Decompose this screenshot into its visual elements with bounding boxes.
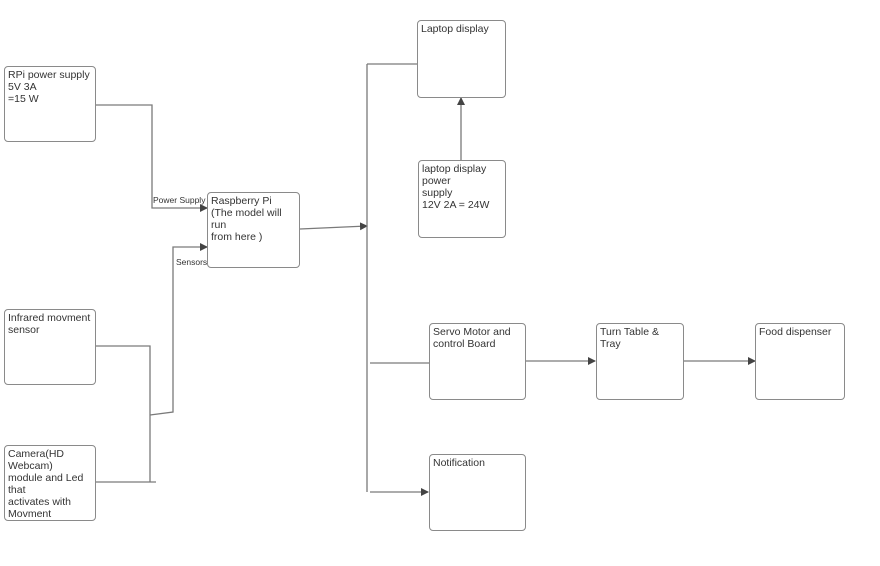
edge-label-sensors: Sensors — [176, 257, 208, 267]
node-turn-table: Turn Table & Tray — [596, 323, 684, 400]
edge-pi-to-hub — [299, 222, 368, 231]
edge-rpi-power-to-pi — [96, 104, 208, 212]
node-food-dispenser: Food dispenser — [755, 323, 845, 400]
node-laptop-display-power: laptop display power supply 12V 2A = 24W — [418, 160, 506, 238]
edge-sensors-to-pi — [149, 243, 208, 416]
node-notification: Notification — [429, 454, 526, 531]
node-infrared-sensor: Infrared movment sensor — [4, 309, 96, 385]
node-camera-module: Camera(HD Webcam) module and Led that ac… — [4, 445, 96, 521]
node-raspberry-pi: Raspberry Pi (The model will run from he… — [207, 192, 300, 268]
edge-label-power-supply: Power Supply — [153, 195, 206, 205]
node-servo-motor: Servo Motor and control Board — [429, 323, 526, 400]
node-rpi-power-supply: RPi power supply 5V 3A =15 W — [4, 66, 96, 142]
edge-infrared-to-bus — [96, 345, 151, 482]
node-laptop-display: Laptop display — [417, 20, 506, 98]
